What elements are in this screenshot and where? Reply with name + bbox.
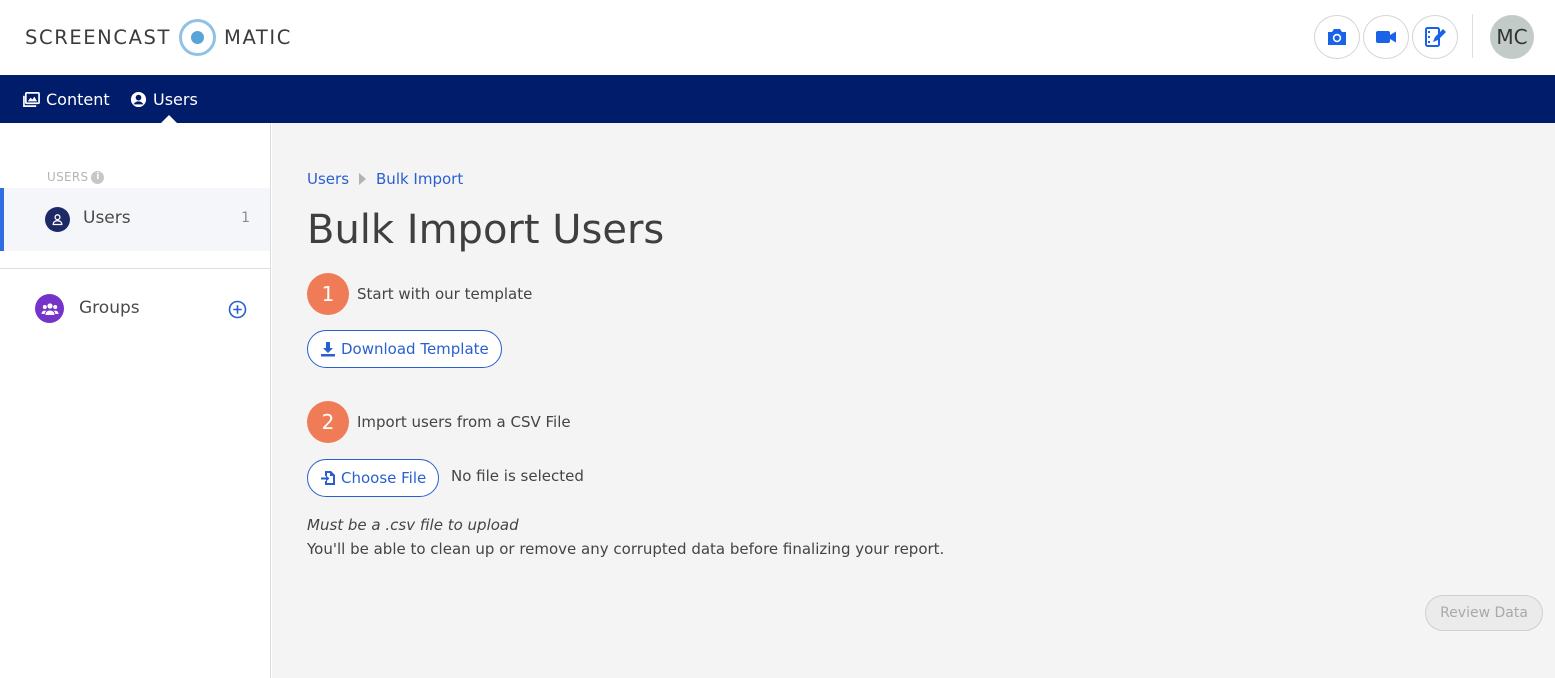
- users-count: 1: [241, 210, 250, 226]
- screencast-matic-logo[interactable]: SCREENCAST MATIC: [25, 18, 292, 56]
- sidebar-item-users[interactable]: Users 1: [0, 188, 270, 251]
- download-icon: [321, 342, 335, 357]
- main-nav: Content Users: [0, 75, 1555, 123]
- screenshot-button[interactable]: [1314, 15, 1360, 59]
- csv-requirement-note: Must be a .csv file to upload: [307, 516, 519, 534]
- video-icon: [1376, 31, 1396, 43]
- section-label: USERS: [47, 170, 89, 184]
- main-content: Users Bulk Import Bulk Import Users 1 St…: [272, 123, 1555, 678]
- video-editor-icon: [1425, 27, 1446, 47]
- breadcrumb-separator-icon: [359, 173, 367, 185]
- choose-file-label: Choose File: [341, 469, 427, 487]
- sidebar-item-users-label: Users: [83, 208, 131, 228]
- step-1: 1 Start with our template: [307, 273, 532, 315]
- user-circle-icon: [130, 91, 147, 107]
- download-template-button[interactable]: Download Template: [307, 330, 502, 368]
- step-2-badge: 2: [307, 401, 349, 443]
- nav-users-label: Users: [153, 89, 198, 109]
- logo-ring-icon: [179, 18, 217, 56]
- breadcrumb-bulk-import[interactable]: Bulk Import: [376, 170, 463, 188]
- video-editor-button[interactable]: [1412, 15, 1458, 59]
- info-icon[interactable]: i: [91, 170, 105, 184]
- groups-icon[interactable]: [35, 294, 64, 323]
- content-icon: [23, 91, 40, 107]
- sidebar-section-users: USERS i: [47, 170, 105, 184]
- nav-content-label: Content: [46, 89, 110, 109]
- sidebar-item-groups[interactable]: Groups: [79, 298, 140, 318]
- logo-text-right: MATIC: [224, 25, 292, 49]
- choose-file-button[interactable]: Choose File: [307, 459, 440, 497]
- top-header: SCREENCAST MATIC MC: [0, 0, 1555, 75]
- step-1-text: Start with our template: [357, 285, 533, 303]
- logo-text-left: SCREENCAST: [25, 25, 172, 49]
- breadcrumb: Users Bulk Import: [307, 170, 463, 188]
- step-2-text: Import users from a CSV File: [357, 413, 571, 431]
- add-group-icon[interactable]: [228, 300, 247, 319]
- cleanup-note: You'll be able to clean up or remove any…: [307, 540, 945, 558]
- review-data-button[interactable]: Review Data: [1425, 595, 1543, 631]
- user-icon: [45, 207, 70, 232]
- sidebar: USERS i Users 1 Groups: [0, 123, 271, 678]
- step-2: 2 Import users from a CSV File: [307, 401, 571, 443]
- header-divider: [1472, 14, 1473, 58]
- camera-icon: [1328, 29, 1346, 45]
- file-import-icon: [321, 471, 335, 485]
- file-status: No file is selected: [451, 467, 584, 485]
- page-title: Bulk Import Users: [307, 207, 665, 253]
- breadcrumb-users[interactable]: Users: [307, 170, 349, 188]
- step-1-badge: 1: [307, 273, 349, 315]
- avatar[interactable]: MC: [1490, 15, 1534, 59]
- nav-content[interactable]: Content: [23, 75, 110, 123]
- download-template-label: Download Template: [341, 340, 489, 358]
- active-nav-indicator: [161, 115, 177, 123]
- sidebar-divider: [0, 268, 270, 269]
- record-video-button[interactable]: [1363, 15, 1409, 59]
